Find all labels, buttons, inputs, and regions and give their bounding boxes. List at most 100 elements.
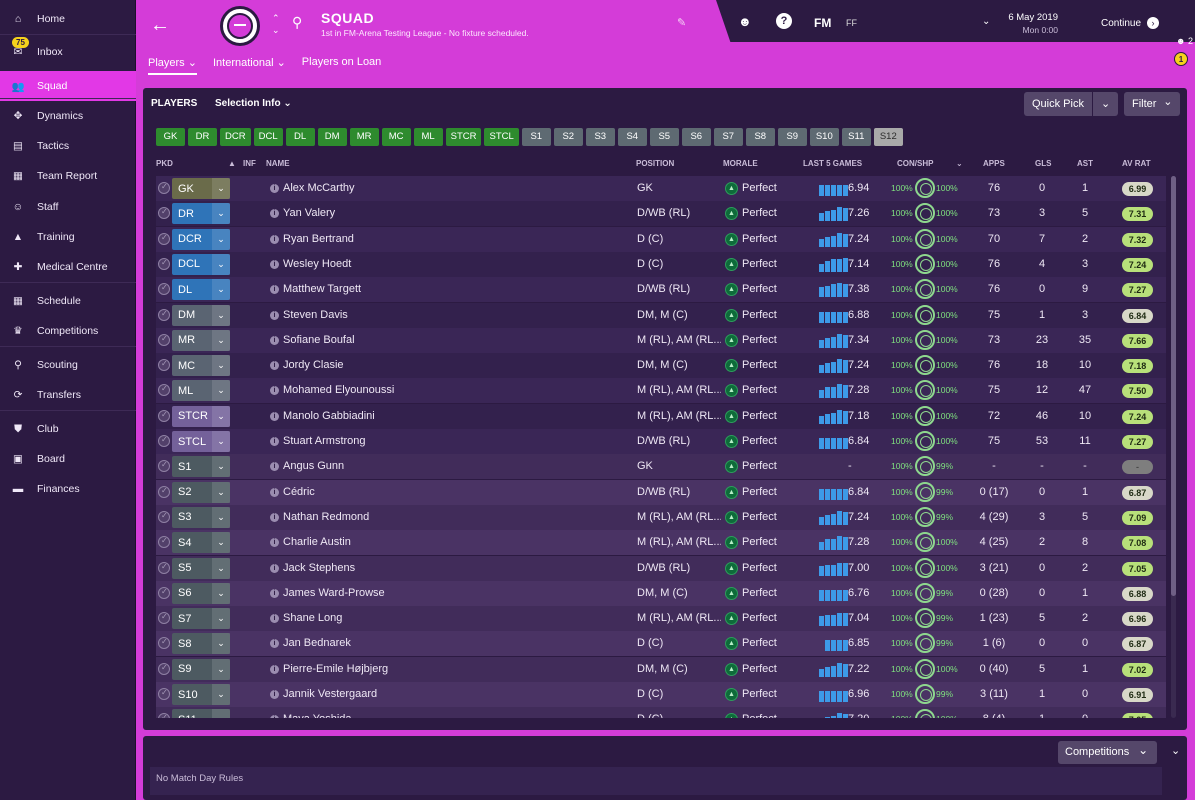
table-row[interactable]: S9 ⌄ i Pierre-Emile Højbjerg DM, M (C) ▲ Perfe… [156, 656, 1166, 682]
pick-checkbox[interactable] [158, 435, 170, 447]
player-name[interactable]: James Ward-Prowse [283, 587, 385, 599]
info-icon[interactable]: i [270, 386, 279, 396]
player-name[interactable]: Stuart Armstrong [283, 435, 366, 447]
player-name[interactable]: Maya Yoshida [283, 713, 352, 718]
position-filter-mr[interactable]: MR [349, 128, 379, 146]
info-icon[interactable]: i [270, 285, 279, 295]
competitions-dropdown[interactable]: Competitions [1058, 739, 1158, 764]
position-filter-s2[interactable]: S2 [553, 128, 583, 146]
table-row[interactable]: DR ⌄ i Yan Valery D/WB (RL) ▲ Perfect 7.26 100% 1… [156, 201, 1166, 227]
info-icon[interactable]: i [270, 310, 279, 320]
selection-dropdown[interactable]: S3 ⌄ [172, 506, 230, 528]
col-avrat[interactable]: AV RAT [1122, 159, 1151, 168]
sidebar-item-competitions[interactable]: ♛ Competitions [0, 316, 136, 346]
player-name[interactable]: Charlie Austin [283, 536, 351, 548]
col-morale[interactable]: MORALE [723, 159, 758, 168]
player-name[interactable]: Jordy Clasie [283, 359, 344, 371]
selection-dropdown[interactable]: DCL ⌄ [172, 253, 230, 275]
quick-pick-button[interactable]: Quick Pick [1024, 92, 1093, 116]
position-filter-dl[interactable]: DL [285, 128, 315, 146]
table-row[interactable]: S1 ⌄ i Angus Gunn GK ▲ Perfect - 100% 99% - - - - [156, 454, 1166, 480]
pick-checkbox[interactable] [158, 662, 170, 675]
position-filter-s5[interactable]: S5 [649, 128, 679, 146]
tab-international[interactable]: International ⌄ [213, 56, 286, 75]
selection-dropdown[interactable]: DL ⌄ [172, 279, 230, 301]
table-row[interactable]: S2 ⌄ i Cédric D/WB (RL) ▲ Perfect 6.84 100% 99% 0 … [156, 479, 1166, 505]
info-icon[interactable]: i [270, 209, 279, 219]
player-name[interactable]: Wesley Hoedt [283, 258, 351, 270]
selection-dropdown[interactable]: S7 ⌄ [172, 608, 230, 630]
pick-checkbox[interactable] [158, 409, 170, 422]
chevron-down-icon[interactable]: ⌄ [956, 159, 963, 168]
pick-checkbox[interactable] [158, 308, 170, 321]
continue-button[interactable]: Continue › [1101, 17, 1160, 29]
sidebar-item-training[interactable]: ▲ Training [0, 222, 136, 252]
selection-dropdown[interactable]: S2 ⌄ [172, 481, 230, 503]
player-name[interactable]: Angus Gunn [283, 460, 344, 472]
table-row[interactable]: S7 ⌄ i Shane Long M (RL), AM (RL... ▲ Perfect 7… [156, 606, 1166, 632]
pick-checkbox[interactable] [158, 510, 170, 523]
chevron-down-icon[interactable]: ⌄ [982, 16, 990, 27]
col-pkd[interactable]: PKD [156, 159, 173, 168]
info-icon[interactable]: i [270, 335, 279, 345]
sidebar-item-schedule[interactable]: ▦ Schedule [0, 286, 136, 316]
player-name[interactable]: Ryan Bertrand [283, 233, 354, 245]
table-row[interactable]: S3 ⌄ i Nathan Redmond M (RL), AM (RL... ▲ Perf… [156, 504, 1166, 530]
info-icon[interactable]: i [270, 259, 279, 269]
table-row[interactable]: MC ⌄ i Jordy Clasie DM, M (C) ▲ Perfect 7.24 100… [156, 353, 1166, 379]
notification-badge[interactable]: 1 [1174, 52, 1188, 66]
position-filter-mc[interactable]: MC [381, 128, 411, 146]
pick-checkbox[interactable] [158, 359, 170, 372]
sidebar-item-club[interactable]: ⛊ Club [0, 414, 136, 444]
selection-dropdown[interactable]: DR ⌄ [172, 203, 230, 225]
col-conshp[interactable]: CON/SHP [897, 159, 933, 168]
table-row[interactable]: ML ⌄ i Mohamed Elyounoussi M (RL), AM (RL...… [156, 378, 1166, 404]
position-filter-s11[interactable]: S11 [841, 128, 871, 146]
selection-dropdown[interactable]: S1 ⌄ [172, 456, 230, 478]
pick-checkbox[interactable] [158, 536, 170, 549]
position-filter-stcr[interactable]: STCR [445, 128, 482, 146]
col-ast[interactable]: AST [1077, 159, 1093, 168]
selection-dropdown[interactable]: S4 ⌄ [172, 532, 230, 554]
table-row[interactable]: S5 ⌄ i Jack Stephens D/WB (RL) ▲ Perfect 7.00 10… [156, 555, 1166, 581]
table-row[interactable]: DL ⌄ i Matthew Targett D/WB (RL) ▲ Perfect 7.38… [156, 277, 1166, 303]
selection-dropdown[interactable]: STCR ⌄ [172, 405, 230, 427]
back-arrow-icon[interactable]: ← [150, 14, 170, 37]
info-icon[interactable]: i [270, 614, 279, 624]
pick-checkbox[interactable] [158, 257, 170, 270]
sidebar-item-transfers[interactable]: ⟳ Transfers [0, 380, 136, 410]
table-row[interactable]: STCL ⌄ i Stuart Armstrong D/WB (RL) ▲ Perfect 6… [156, 429, 1166, 454]
pick-checkbox[interactable] [158, 612, 170, 625]
position-filter-dcl[interactable]: DCL [253, 128, 283, 146]
player-name[interactable]: Steven Davis [283, 309, 348, 321]
info-icon[interactable]: i [270, 715, 279, 718]
position-filter-s4[interactable]: S4 [617, 128, 647, 146]
pick-checkbox[interactable] [158, 561, 170, 574]
col-gls[interactable]: GLS [1035, 159, 1051, 168]
table-row[interactable]: S4 ⌄ i Charlie Austin M (RL), AM (RL... ▲ Perf… [156, 530, 1166, 556]
sidebar-item-staff[interactable]: ☺ Staff [0, 192, 136, 222]
pick-checkbox[interactable] [158, 586, 170, 599]
pick-checkbox[interactable] [158, 283, 170, 296]
info-icon[interactable]: i [270, 538, 279, 548]
search-icon[interactable]: ⚲ [292, 14, 302, 31]
pick-checkbox[interactable] [158, 713, 170, 718]
sidebar-item-home[interactable]: ⌂ Home [0, 4, 136, 34]
info-icon[interactable]: i [270, 588, 279, 598]
info-icon[interactable]: i [270, 664, 279, 674]
selection-dropdown[interactable]: S10 ⌄ [172, 684, 230, 705]
pick-checkbox[interactable] [158, 384, 170, 397]
tab-players-on-loan[interactable]: Players on Loan [302, 56, 382, 75]
quick-pick-dropdown[interactable]: ⌄ [1092, 92, 1119, 116]
sidebar-item-squad[interactable]: 👥 Squad [0, 71, 136, 101]
game-date[interactable]: 6 May 2019 Mon 0:00 [1008, 12, 1058, 35]
player-name[interactable]: Jannik Vestergaard [283, 688, 377, 700]
position-filter-dcr[interactable]: DCR [220, 128, 251, 146]
filter-button[interactable]: Filter ⌄ [1124, 92, 1181, 116]
edit-pencil-icon[interactable]: ✎ [677, 16, 686, 29]
people-count[interactable]: ☻ 2 [1176, 36, 1193, 46]
sidebar-item-medical-centre[interactable]: ✚ Medical Centre [0, 252, 136, 282]
info-icon[interactable]: i [270, 639, 279, 649]
player-name[interactable]: Jan Bednarek [283, 637, 351, 649]
collapse-chevron-icon[interactable]: ⌄ [1171, 744, 1180, 757]
